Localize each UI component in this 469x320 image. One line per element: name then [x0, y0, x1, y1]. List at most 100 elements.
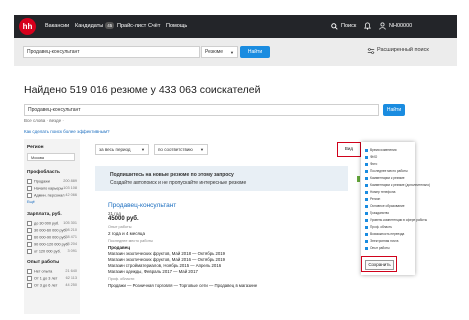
search-type-select[interactable]: Резюме ▼ — [201, 46, 238, 58]
option-count: 98 210 — [65, 228, 77, 232]
view-option[interactable]: Комментарии к резюме — [365, 176, 405, 180]
option-label: От 1 до 3 лет — [34, 276, 58, 281]
save-button-highlight: Сохранить — [361, 256, 397, 272]
view-option[interactable]: Комментарии к резюме (дополнительно) — [365, 183, 430, 187]
salary-option[interactable]: 90 000-120 000 руб. — [27, 242, 69, 247]
resume-title-link[interactable]: Продавец-консультант — [108, 202, 176, 209]
last-job-label: Последнее место работы — [108, 239, 153, 243]
view-option[interactable]: Номер телефона — [365, 190, 395, 194]
checkbox-checked[interactable] — [365, 190, 368, 194]
checkbox-checked[interactable] — [365, 246, 368, 250]
checkbox-checked[interactable] — [365, 176, 368, 180]
advanced-search-link[interactable]: Расширенный поиск — [377, 47, 429, 53]
option-label: Уровень компетенции в сфере работы — [370, 218, 428, 222]
nav-invoice[interactable]: Счёт — [148, 15, 160, 38]
view-button[interactable]: Вид — [337, 142, 361, 157]
option-count: 8 204 — [67, 242, 77, 246]
checkbox-checked[interactable] — [365, 218, 368, 222]
view-option[interactable]: Электронная почта — [365, 239, 398, 243]
view-option[interactable]: Проф. область — [365, 225, 392, 229]
checkbox-checked[interactable] — [365, 239, 368, 243]
checkbox-checked[interactable] — [365, 162, 368, 166]
option-count: 42 066 — [65, 193, 77, 197]
checkbox-checked[interactable] — [365, 211, 368, 215]
view-option[interactable]: Возможность переезда — [365, 232, 404, 236]
bell-icon[interactable] — [364, 22, 371, 30]
profarea-option[interactable]: Продажи — [27, 179, 50, 184]
checkbox-checked[interactable] — [365, 225, 368, 229]
checkbox[interactable] — [27, 186, 32, 191]
nav-candidates-label: Кандидаты — [75, 23, 104, 29]
salary-option[interactable]: 60 000-90 000 руб. — [27, 235, 67, 240]
checkbox-checked[interactable] — [365, 232, 368, 236]
radio[interactable] — [27, 235, 32, 240]
salary-option[interactable]: до 30 000 руб. — [27, 221, 59, 226]
radio[interactable] — [27, 228, 32, 233]
option-count: 44 250 — [65, 283, 77, 287]
search-tips-link[interactable]: Как сделать поиск более эффективным? — [24, 129, 110, 134]
radio[interactable] — [27, 221, 32, 226]
view-option[interactable]: Основное образование — [365, 204, 405, 208]
radio[interactable] — [27, 249, 32, 254]
salary-option[interactable]: от 120 000 руб. — [27, 249, 61, 254]
search-link[interactable]: Поиск — [341, 15, 356, 38]
checkbox-checked[interactable] — [365, 204, 368, 208]
checkbox[interactable] — [27, 179, 32, 184]
checkbox-checked[interactable] — [365, 155, 368, 159]
checkbox-checked[interactable] — [365, 169, 368, 173]
user-icon[interactable] — [379, 22, 386, 30]
nav-price-list[interactable]: Прайс-лист — [117, 15, 146, 38]
experience-option[interactable]: Нет опыта — [27, 269, 52, 274]
nav-vacancies[interactable]: Вакансии — [45, 15, 69, 38]
option-label: 30 000-60 000 руб. — [34, 228, 67, 233]
main-search-input[interactable]: Продавец-консультант — [24, 104, 379, 116]
sort-select[interactable]: по соответствию ▼ — [154, 144, 208, 155]
view-option[interactable]: Гражданство — [365, 211, 389, 215]
view-option[interactable]: Регион — [365, 197, 380, 201]
hh-logo[interactable]: hh — [19, 18, 36, 35]
sort-value: по соответствию — [158, 147, 193, 152]
option-label: Последнее место работы — [370, 169, 408, 173]
region-filter-select[interactable]: Москва — [27, 153, 75, 161]
option-count: 103 108 — [63, 186, 77, 190]
option-count: 105 301 — [63, 221, 77, 225]
salary-filter-title: Зарплата, руб. — [27, 212, 62, 217]
experience-option[interactable]: От 1 до 3 лет — [27, 276, 57, 281]
job-entry: Магазин экзотических фруктов, Май 2016 —… — [108, 257, 226, 262]
nav-candidates[interactable]: Кандидаты 45 — [75, 15, 115, 38]
checkbox[interactable] — [27, 283, 32, 288]
checkbox[interactable] — [27, 193, 32, 198]
option-label: Время изменения — [370, 148, 397, 152]
top-find-button[interactable]: Найти — [240, 46, 270, 58]
profarea-option[interactable]: Начало карьеры — [27, 186, 63, 191]
save-button[interactable]: Сохранить — [365, 260, 394, 270]
view-option[interactable]: Опыт работы — [365, 246, 390, 250]
checkbox[interactable] — [27, 269, 32, 274]
view-option[interactable]: Последнее место работы — [365, 169, 408, 173]
view-option[interactable]: Время изменения — [365, 148, 396, 152]
account-name[interactable]: NH00000 — [389, 15, 412, 38]
period-select[interactable]: за весь период ▼ — [95, 144, 149, 155]
checkbox-checked[interactable] — [365, 197, 368, 201]
checkbox[interactable] — [27, 276, 32, 281]
experience-label: Опыт работы — [108, 225, 132, 229]
option-label: 60 000-90 000 руб. — [34, 235, 67, 240]
view-option[interactable]: Фото — [365, 162, 377, 166]
profarea-more-link[interactable]: Ещё — [27, 200, 35, 204]
search-icon[interactable] — [331, 23, 338, 30]
last-job-value: Продавец — [108, 245, 131, 250]
salary-option[interactable]: 30 000-60 000 руб. — [27, 228, 67, 233]
radio[interactable] — [27, 242, 32, 247]
nav-help[interactable]: Помощь — [166, 15, 187, 38]
top-search-input[interactable]: Продавец-консультант — [23, 46, 200, 58]
view-option[interactable]: Уровень компетенции в сфере работы — [365, 218, 427, 222]
subscribe-button[interactable] — [357, 176, 360, 182]
checkbox-checked[interactable] — [365, 183, 368, 187]
search-scope-options[interactable]: Все слова · везде · — [24, 118, 64, 123]
experience-filter-title: Опыт работы — [27, 260, 60, 265]
experience-option[interactable]: От 3 до 6 лет — [27, 283, 57, 288]
main-find-button[interactable]: Найти — [383, 104, 405, 116]
checkbox-checked[interactable] — [365, 148, 368, 152]
profarea-option[interactable]: Админ. персонал — [27, 193, 64, 198]
view-option[interactable]: ФИО — [365, 155, 377, 159]
